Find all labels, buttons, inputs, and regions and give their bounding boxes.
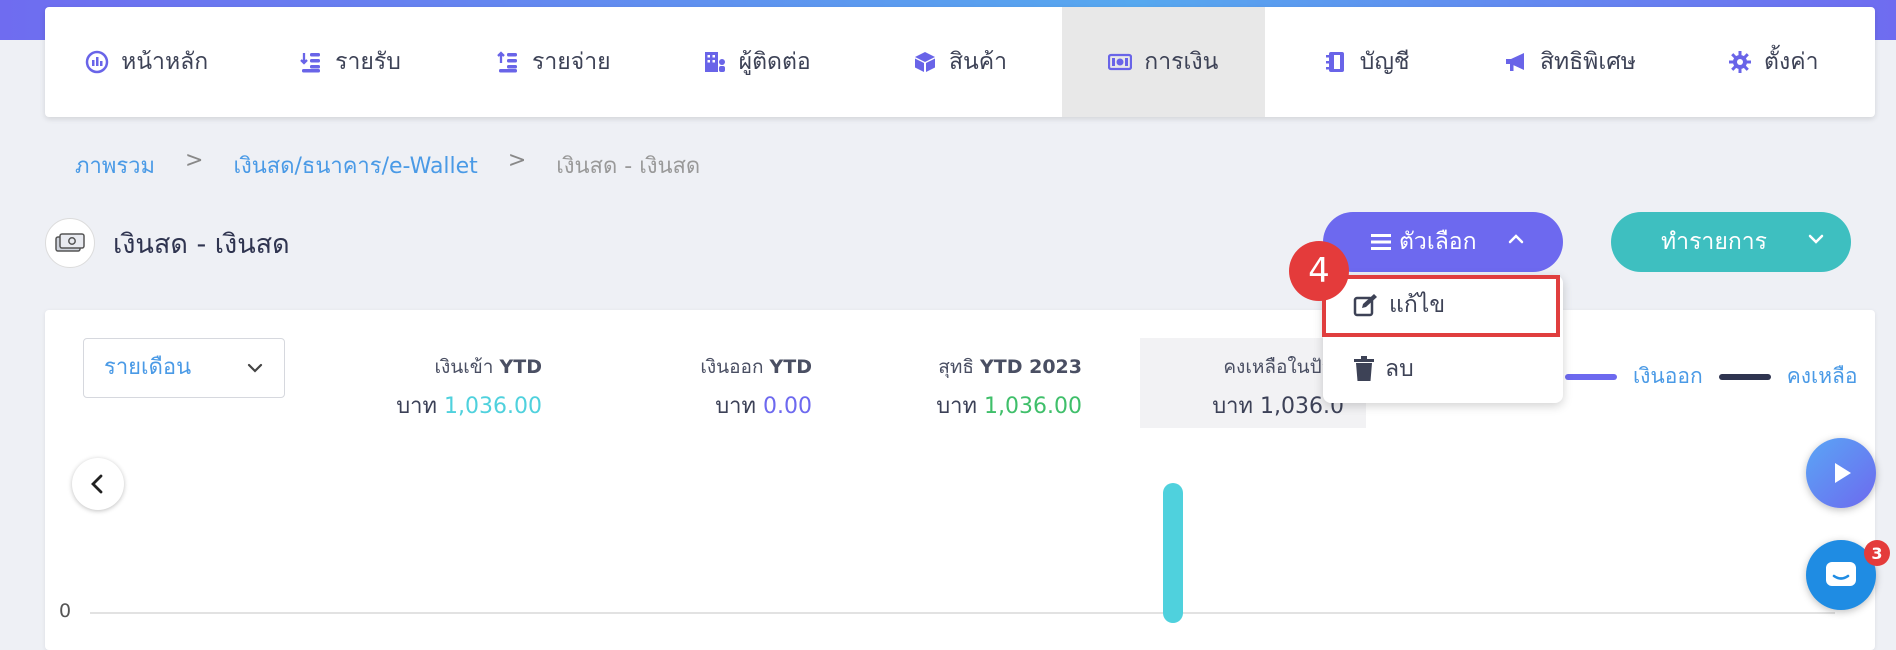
transact-button[interactable]: ทำรายการ <box>1611 212 1851 272</box>
summary-stat-0: เงินเข้า YTD บาท 1,036.00 <box>396 352 542 423</box>
stat-value: 0.00 <box>763 394 812 419</box>
nav-item-4[interactable]: สินค้า <box>858 7 1061 117</box>
breadcrumb-separator: > <box>185 148 204 173</box>
stat-label: สุทธิ <box>938 356 974 378</box>
breadcrumb-current: เงินสด - เงินสด <box>556 154 701 179</box>
main-nav: หน้าหลัก รายรับ รายจ่าย ผู้ติดต่อ สินค้า การเ… <box>45 7 1875 117</box>
options-button[interactable]: ตัวเลือก <box>1323 212 1563 272</box>
nav-item-7[interactable]: สิทธิพิเศษ <box>1468 7 1671 117</box>
step-highlight-box <box>1322 275 1560 337</box>
product-box-icon <box>913 50 937 74</box>
nav-item-label: หน้าหลัก <box>121 49 209 75</box>
nav-item-label: ตั้งค่า <box>1764 49 1819 75</box>
nav-item-0[interactable]: หน้าหลัก <box>45 7 248 117</box>
dashboard-gauge-icon <box>85 50 109 74</box>
period-select-value: รายเดือน <box>104 355 192 380</box>
stat-currency: บาท <box>1212 394 1254 419</box>
contacts-building-icon <box>703 50 727 74</box>
nav-item-label: สินค้า <box>948 49 1007 75</box>
ledger-book-icon <box>1324 50 1348 74</box>
breadcrumb-cash-bank[interactable]: เงินสด/ธนาคาร/e-Wallet <box>233 148 477 183</box>
options-button-label: ตัวเลือก <box>1399 229 1477 255</box>
nav-item-label: รายรับ <box>335 49 401 75</box>
stat-label-period: YTD 2023 <box>980 356 1082 378</box>
page-title: เงินสด - เงินสด <box>113 228 290 260</box>
stat-value: 1,036.00 <box>444 394 542 419</box>
nav-item-label: รายจ่าย <box>532 49 611 75</box>
chevron-down-icon <box>1808 234 1824 244</box>
stat-currency: บาท <box>936 394 978 419</box>
summary-stat-2: สุทธิ YTD 2023 บาท 1,036.00 <box>936 352 1082 423</box>
chat-icon <box>1826 562 1856 586</box>
stat-value: 1,036.00 <box>984 394 1082 419</box>
menu-item-delete-label: ลบ <box>1385 356 1414 382</box>
nav-item-label: การเงิน <box>1144 49 1219 75</box>
income-coins-icon <box>299 50 323 74</box>
breadcrumb-separator: > <box>507 148 527 173</box>
expense-coins-icon <box>496 50 520 74</box>
transact-button-label: ทำรายการ <box>1661 229 1768 255</box>
breadcrumb: ภาพรวม > เงินสด/ธนาคาร/e-Wallet > เงินสด… <box>75 148 700 183</box>
y-axis-tick-label: 0 <box>59 600 72 622</box>
legend-swatch <box>1565 373 1617 380</box>
stat-currency: บาท <box>715 394 757 419</box>
menu-item-delete[interactable]: ลบ <box>1353 351 1414 387</box>
nav-item-8[interactable]: ตั้งค่า <box>1672 7 1875 117</box>
chevron-up-icon <box>1508 234 1524 244</box>
summary-stat-1: เงินออก YTD บาท 0.00 <box>700 352 812 423</box>
legend-swatch <box>1718 373 1771 380</box>
nav-item-6[interactable]: บัญชี <box>1265 7 1468 117</box>
chart-legend: เงินออก คงเหลือ <box>1565 360 1858 393</box>
nav-item-3[interactable]: ผู้ติดต่อ <box>655 7 858 117</box>
nav-item-label: สิทธิพิเศษ <box>1539 49 1636 75</box>
nav-item-label: ผู้ติดต่อ <box>738 49 811 75</box>
play-tutorial-button[interactable] <box>1806 438 1876 508</box>
gear-icon <box>1728 50 1752 74</box>
step-badge: 4 <box>1289 241 1349 301</box>
stat-currency: บาท <box>396 394 438 419</box>
megaphone-icon <box>1504 50 1528 74</box>
chat-notification-badge: 3 <box>1864 540 1890 566</box>
money-bill-icon <box>1108 50 1133 74</box>
breadcrumb-overview[interactable]: ภาพรวม <box>75 148 155 183</box>
period-select[interactable]: รายเดือน <box>83 338 285 398</box>
chart-area <box>90 483 1835 623</box>
page-header: เงินสด - เงินสด <box>45 218 290 268</box>
nav-item-label: บัญชี <box>1359 49 1410 75</box>
play-icon <box>1835 463 1851 483</box>
chevron-down-icon <box>247 363 263 373</box>
stat-label-period: YTD <box>769 356 813 378</box>
legend-label: คงเหลือ <box>1786 364 1858 388</box>
cash-stack-icon <box>45 218 95 268</box>
nav-item-1[interactable]: รายรับ <box>248 7 451 117</box>
trash-icon <box>1354 356 1374 381</box>
nav-item-2[interactable]: รายจ่าย <box>452 7 655 117</box>
legend-label: เงินออก <box>1633 364 1703 388</box>
stat-label-period: YTD <box>499 356 543 378</box>
chart-bar[interactable] <box>1163 483 1183 623</box>
stat-label: เงินเข้า <box>434 356 494 378</box>
menu-icon <box>1371 234 1391 250</box>
nav-item-5[interactable]: การเงิน <box>1061 7 1265 117</box>
stat-label: เงินออก <box>700 356 764 378</box>
